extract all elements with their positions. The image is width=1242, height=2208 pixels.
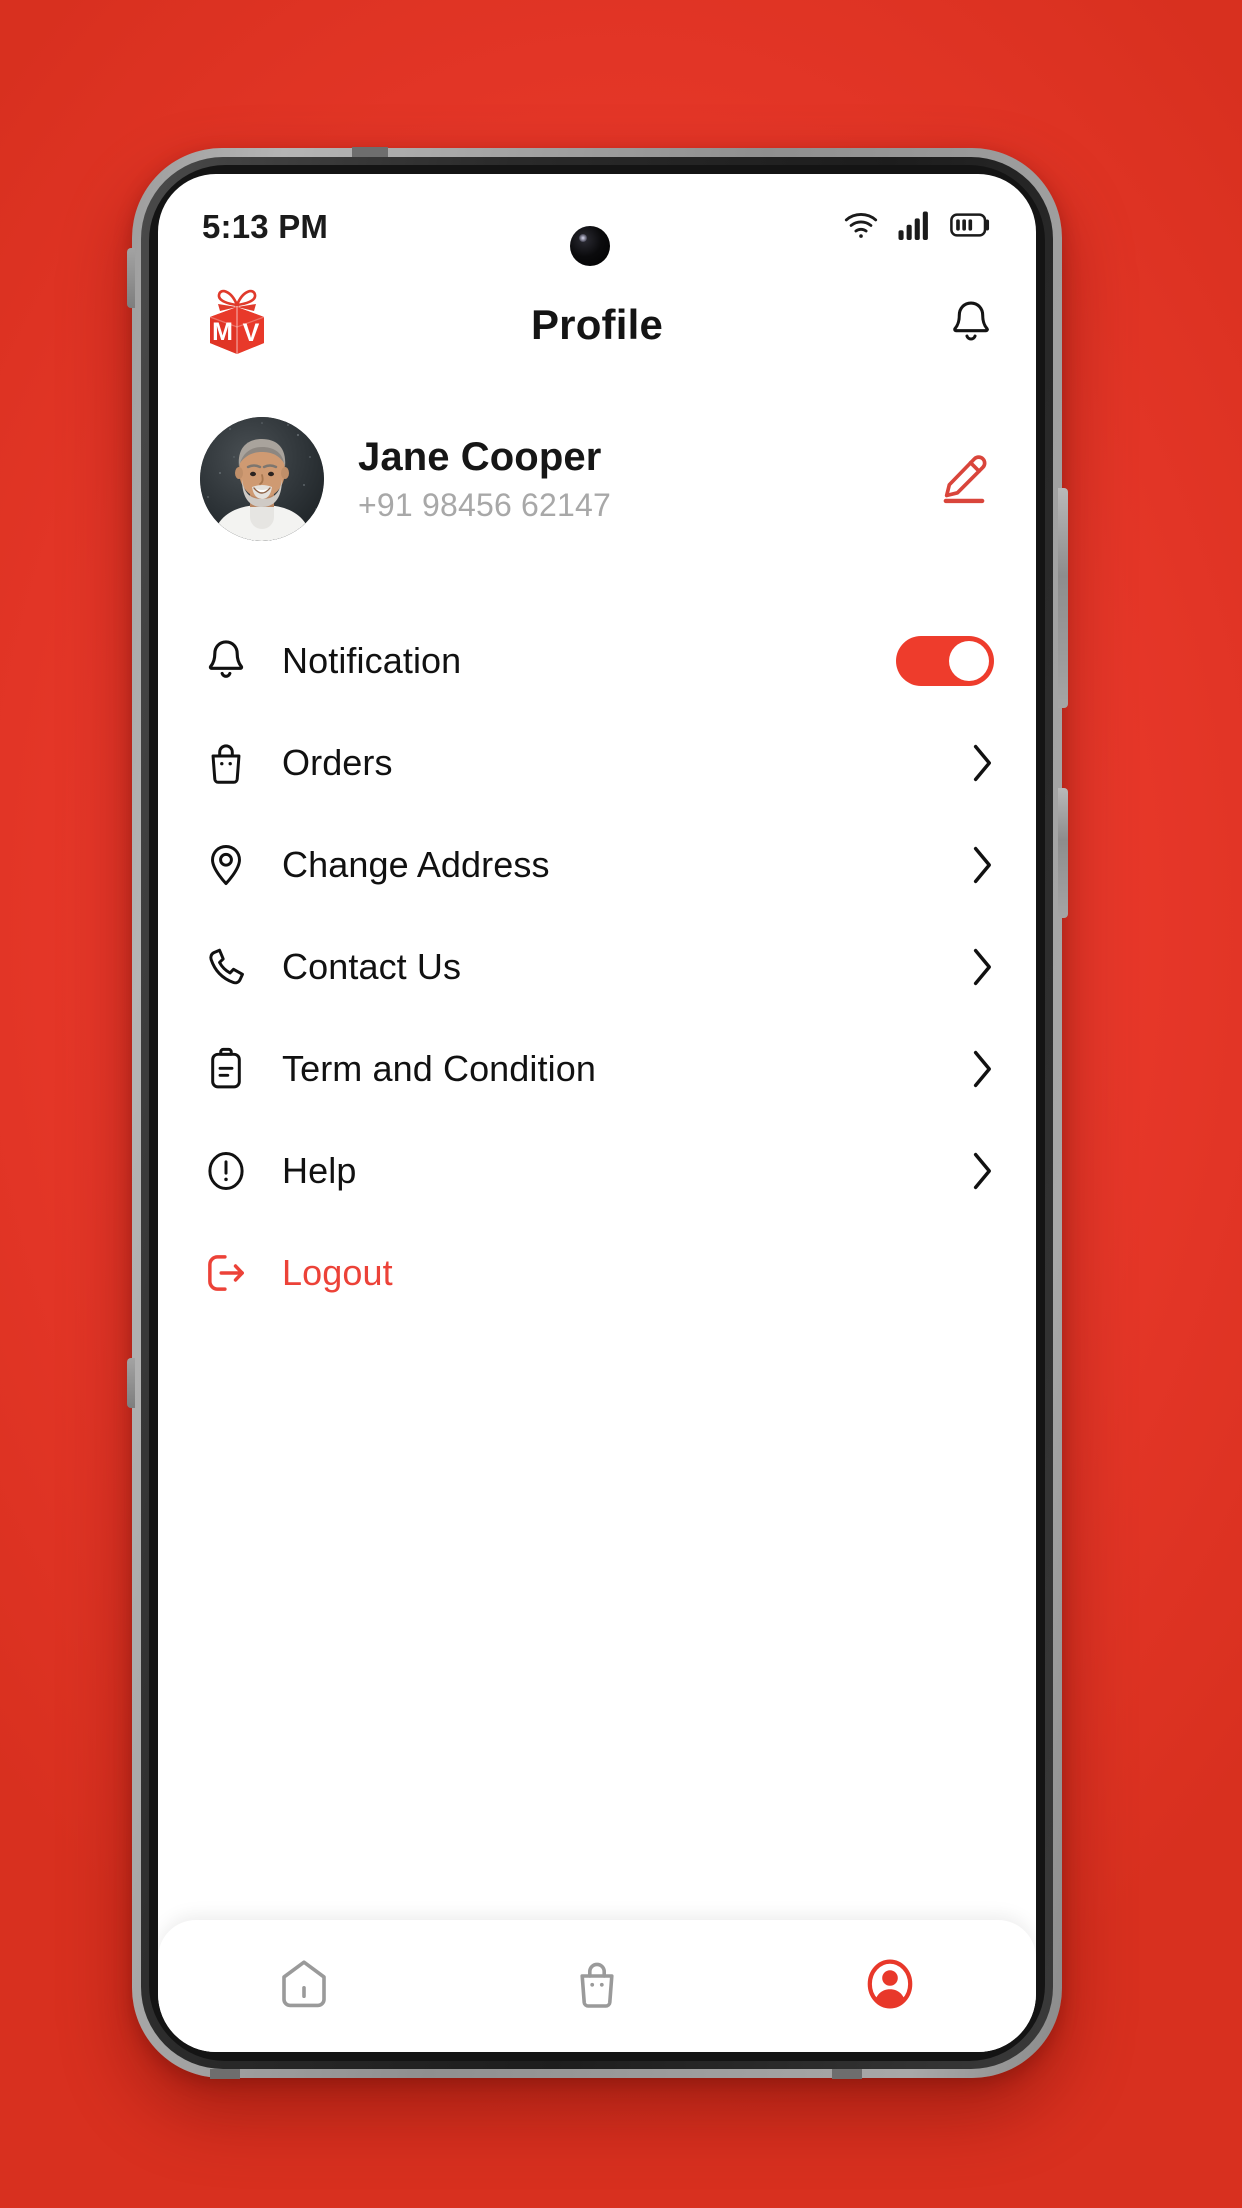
- home-icon: [278, 1957, 330, 2016]
- edit-pencil-icon: [937, 450, 991, 509]
- nav-item-home[interactable]: [158, 1920, 451, 2052]
- front-camera-punch-hole: [570, 226, 610, 266]
- battery-icon: [950, 211, 992, 244]
- menu-item-label: Term and Condition: [282, 1048, 596, 1089]
- left-side-button-top[interactable]: [127, 248, 135, 308]
- menu-item-label: Orders: [282, 742, 393, 783]
- volume-button[interactable]: [1058, 488, 1068, 708]
- settings-menu-list: Notification Orders Change Address Conta…: [158, 558, 1036, 1324]
- menu-item-label: Notification: [282, 640, 462, 681]
- shopping-bag-icon: [573, 1957, 621, 2016]
- cellular-signal-icon: [898, 210, 932, 245]
- menu-item-orders[interactable]: Orders: [200, 712, 994, 814]
- menu-item-notification[interactable]: Notification: [200, 610, 994, 712]
- mv-gift-box-logo[interactable]: M V: [200, 284, 274, 366]
- info-circle-icon: [200, 1145, 252, 1197]
- chevron-right-icon: [958, 1151, 994, 1191]
- menu-item-label: Logout: [282, 1252, 393, 1293]
- logout-icon: [200, 1247, 252, 1299]
- antenna-line-bottom-left: [210, 2069, 240, 2079]
- status-bar-icons: [842, 210, 992, 245]
- left-side-button-bottom[interactable]: [127, 1358, 135, 1408]
- chevron-right-icon: [958, 743, 994, 783]
- notification-toggle[interactable]: [896, 636, 994, 686]
- status-bar-time: 5:13 PM: [202, 208, 329, 245]
- bell-icon: [200, 635, 252, 687]
- toggle-knob: [949, 641, 989, 681]
- page-title: Profile: [530, 301, 664, 348]
- clipboard-text-icon: [200, 1043, 252, 1095]
- edit-profile-button[interactable]: [934, 449, 994, 509]
- profile-name: Jane Cooper: [358, 434, 602, 479]
- phone-icon: [200, 941, 252, 993]
- menu-item-change-address[interactable]: Change Address: [200, 814, 994, 916]
- chevron-right-icon: [958, 845, 994, 885]
- menu-item-label: Contact Us: [282, 946, 462, 987]
- app-header: M V Profile: [158, 266, 1036, 378]
- menu-item-logout[interactable]: Logout: [200, 1222, 994, 1324]
- menu-item-help[interactable]: Help: [200, 1120, 994, 1222]
- phone-screen: 5:13 PM M V Profile Jane Cooper +91 9845…: [158, 174, 1036, 2052]
- svg-text:M: M: [212, 318, 233, 346]
- antenna-line-top: [352, 147, 388, 157]
- power-button[interactable]: [1058, 788, 1068, 918]
- user-circle-icon: [864, 1956, 916, 2017]
- chevron-right-icon: [958, 947, 994, 987]
- bottom-navigation-bar: [158, 1920, 1036, 2052]
- nav-item-bag[interactable]: [451, 1920, 744, 2052]
- chevron-right-icon: [958, 1049, 994, 1089]
- menu-item-label: Change Address: [282, 844, 550, 885]
- shopping-bag-icon: [200, 737, 252, 789]
- menu-item-label: Help: [282, 1150, 357, 1191]
- menu-item-term-and-condition[interactable]: Term and Condition: [200, 1018, 994, 1120]
- nav-item-profile[interactable]: [743, 1920, 1036, 2052]
- profile-phone: +91 98456 62147: [358, 487, 612, 524]
- user-avatar[interactable]: [200, 417, 324, 541]
- svg-text:V: V: [243, 319, 260, 347]
- wifi-icon: [842, 210, 880, 245]
- bell-icon[interactable]: [948, 298, 994, 353]
- phone-device-frame: 5:13 PM M V Profile Jane Cooper +91 9845…: [127, 147, 1068, 2079]
- map-pin-icon: [200, 839, 252, 891]
- menu-item-contact-us[interactable]: Contact Us: [200, 916, 994, 1018]
- profile-summary-row[interactable]: Jane Cooper +91 98456 62147: [158, 378, 1036, 558]
- antenna-line-bottom-right: [832, 2069, 862, 2079]
